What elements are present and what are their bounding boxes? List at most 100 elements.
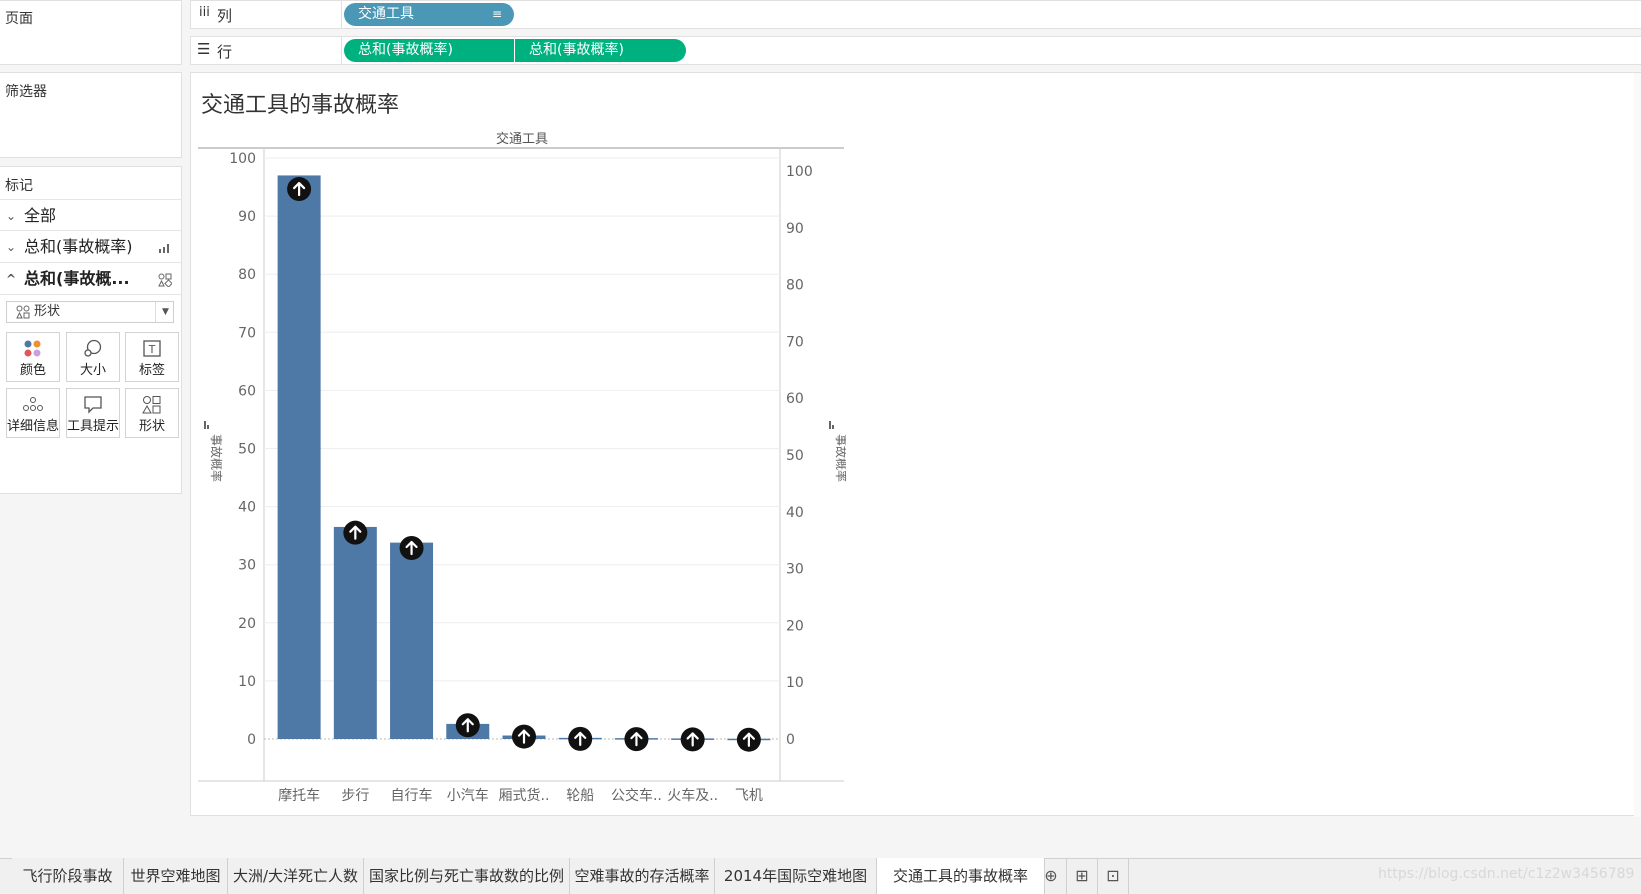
bar [277,175,321,739]
shelf-divider [341,1,342,28]
shape-icon [142,396,161,414]
marks-label: 标记 [5,178,33,194]
axis-title-icon [207,425,209,429]
card-label: 形状 [138,419,165,434]
y-tick-label-right: 90 [786,221,804,237]
shape-mark-icon [158,263,173,295]
bar [333,526,377,739]
bar-chart-icon [158,231,172,263]
y-tick-label-left: 20 [238,616,256,632]
marks-item-label: 全部 [24,206,57,225]
y-tick-label-right: 30 [786,562,804,578]
tab-3[interactable]: 国家比例与死亡事故数的比例 [364,858,570,894]
sort-icon: ≡ [491,7,502,21]
tab-5[interactable]: 2014年国际空难地图 [715,858,877,894]
card-label: 颜色 [19,363,46,378]
marks-item-label: 总和(事故概... [24,269,130,288]
card-label: 大小 [79,363,106,378]
size-card[interactable]: 大小 [66,332,120,382]
svg-text:T: T [148,343,156,356]
bar [390,542,434,739]
chart-header: 交通工具 [496,131,548,147]
x-tick-label: 飞机 [735,788,763,804]
sheet-title: 交通工具的事故概率 [201,93,400,118]
columns-label: 列 [217,7,233,25]
card-label: 详细信息 [7,419,60,434]
marks-item-bar[interactable]: ⌄ 总和(事故概率) [0,231,182,263]
rows-icon: ☰ [197,40,211,58]
tab-0[interactable]: 飞行阶段事故 [12,858,124,894]
color-icon [24,340,41,357]
marks-card: 标记 ⌄ 全部 ⌄ 总和(事故概率) ^ 总和(事故概... 形状 ▼ 颜色 大… [0,166,182,494]
y-tick-label-left: 50 [238,442,256,458]
chevron-down-icon: ⌄ [6,209,17,223]
right-scroll-edge [1634,73,1641,817]
watermark: https://blog.csdn.net/c1z2w3456789 [1378,866,1635,882]
tab-6[interactable]: 交通工具的事故概率 [877,858,1045,894]
columns-pill[interactable]: 交通工具 ≡ [344,3,514,26]
y-tick-label-right: 50 [786,448,804,464]
detail-icon [23,397,43,411]
rows-shelf: ☰ 行 总和(事故概率) 总和(事故概率) [190,36,1641,65]
detail-card[interactable]: 详细信息 [6,388,60,438]
y-tick-label-left: 70 [238,325,256,341]
x-tick-label: 摩托车 [278,787,320,804]
y-tick-label-left: 30 [238,558,256,574]
new-story-button[interactable]: ⊡ [1098,858,1129,894]
y-axis-title-right: 事故概率 [834,434,846,482]
marks-item-all[interactable]: ⌄ 全部 [0,199,182,231]
filters-card: 筛选器 [0,72,182,158]
columns-shelf: iii 列 交通工具 ≡ [190,0,1641,29]
x-tick-label: 火车及.. [667,787,718,804]
x-tick-label: 公交车.. [611,787,662,804]
y-tick-label-right: 60 [786,391,804,407]
tab-1[interactable]: 世界空难地图 [124,858,228,894]
tab-2[interactable]: 大洲/大洋死亡人数 [228,858,364,894]
axis-title-icon [829,421,831,429]
axis-title-icon [204,421,206,429]
size-icon [84,339,102,357]
shape-card[interactable]: 形状 [125,388,179,438]
marks-item-label: 总和(事故概率) [24,237,133,256]
pages-card: 页面 [0,0,182,65]
axis-title-icon [832,425,834,429]
columns-icon: iii [199,5,210,20]
x-tick-label: 自行车 [391,787,433,804]
y-tick-label-right: 0 [786,732,795,748]
mark-type-select[interactable]: 形状 ▼ [6,301,174,323]
y-tick-label-left: 0 [247,732,256,748]
y-tick-label-right: 40 [786,505,804,521]
y-tick-label-right: 20 [786,618,804,634]
y-tick-label-right: 100 [786,164,813,180]
x-tick-label: 厢式货.. [499,787,550,804]
y-axis-title-left: 事故概率 [209,434,224,482]
tooltip-icon [84,396,102,414]
y-tick-label-left: 100 [229,151,256,167]
shelf-divider [341,37,342,64]
chevron-down-icon: ⌄ [6,240,17,254]
chevron-up-icon: ^ [6,272,17,286]
pages-label: 页面 [5,11,33,27]
rows-pill-2[interactable]: 总和(事故概率) [515,39,686,62]
rows-pill-1[interactable]: 总和(事故概率) [344,39,514,62]
label-card[interactable]: T 标签 [125,332,179,382]
x-tick-label: 轮船 [566,788,594,804]
rows-label: 行 [217,43,233,61]
card-label: 工具提示 [67,419,120,434]
y-tick-label-left: 60 [238,383,256,399]
dropdown-arrow-icon: ▼ [155,302,175,322]
pill-label: 交通工具 [358,6,414,22]
label-icon: T [143,340,161,357]
new-dashboard-button[interactable]: ⊞ [1067,858,1098,894]
marks-item-shape[interactable]: ^ 总和(事故概... [0,263,182,295]
y-tick-label-left: 90 [238,209,256,225]
y-tick-label-left: 80 [238,267,256,283]
x-tick-label: 小汽车 [447,787,489,804]
y-tick-label-right: 10 [786,675,804,691]
y-tick-label-left: 40 [238,500,256,516]
chart: 交通工具 0 0 10 10 20 20 30 30 40 40 50 50 60 60 70 70 80 80 90… [198,131,846,804]
color-card[interactable]: 颜色 [6,332,60,382]
tooltip-card[interactable]: 工具提示 [66,388,120,438]
tab-4[interactable]: 空难事故的存活概率 [570,858,715,894]
new-worksheet-button[interactable]: ⊕ [1036,858,1067,894]
